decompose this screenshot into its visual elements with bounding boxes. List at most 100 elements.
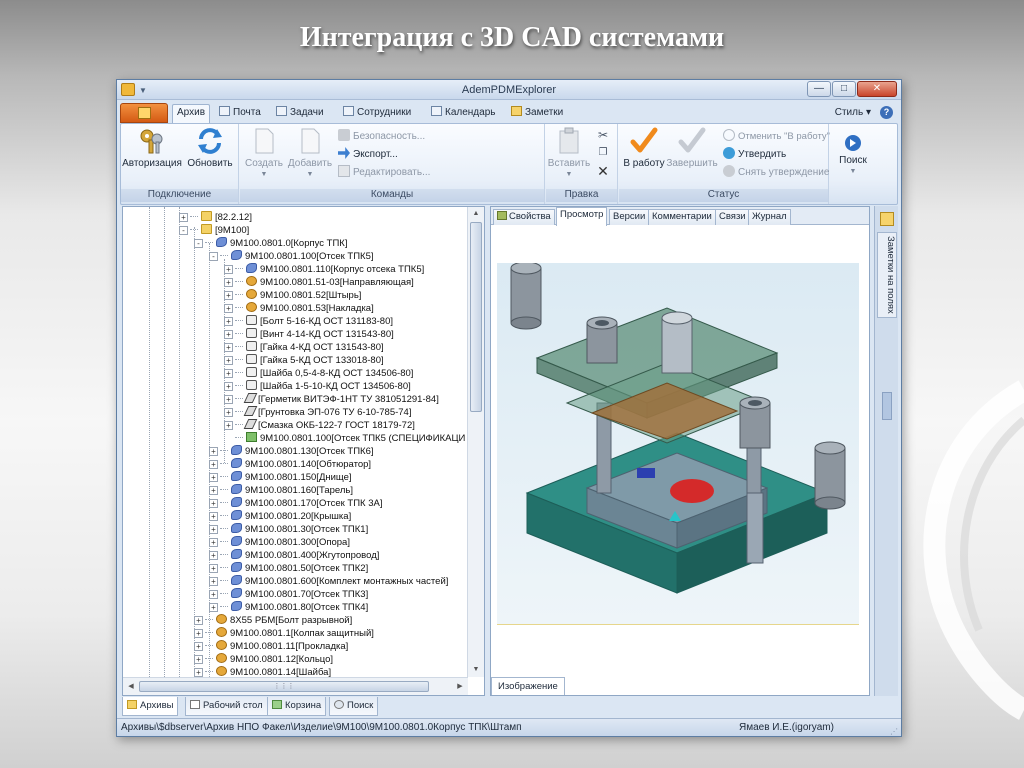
tree-node[interactable]: +9M100.0801.140[Обтюратор]: [209, 458, 371, 471]
tree-node[interactable]: +9M100.0801.170[Отсек ТПК 3А]: [209, 497, 382, 510]
collapse-icon[interactable]: -: [194, 239, 203, 248]
tree-node[interactable]: + [Герметик ВИТЭФ-1НТ ТУ 381051291-84]: [224, 393, 439, 406]
auth-button[interactable]: Авторизация: [121, 127, 183, 185]
expand-icon[interactable]: +: [209, 603, 218, 612]
expand-icon[interactable]: +: [179, 213, 188, 222]
tab-archives[interactable]: Архивы: [122, 697, 179, 716]
tab-comments[interactable]: Комментарии: [648, 209, 716, 225]
security-button[interactable]: Безопасность...: [338, 129, 425, 146]
tab-image[interactable]: Изображение: [491, 677, 565, 695]
tab-calendar[interactable]: Календарь: [427, 105, 499, 123]
expand-icon[interactable]: +: [224, 369, 233, 378]
edit-button[interactable]: Редактировать...: [338, 165, 430, 182]
expand-icon[interactable]: +: [224, 356, 233, 365]
tree-node[interactable]: +9M100.0801.14[Шайба]: [194, 666, 331, 677]
tab-trash[interactable]: Корзина: [267, 697, 327, 716]
tree-node[interactable]: + [Шайба 1-5-10-КД ОСТ 134506-80]: [224, 380, 411, 393]
expand-icon[interactable]: +: [224, 408, 233, 417]
expand-icon[interactable]: +: [209, 538, 218, 547]
export-button[interactable]: Экспорт...: [338, 147, 398, 164]
add-button[interactable]: Добавить ▼: [284, 127, 336, 185]
cad-model-preview[interactable]: [497, 261, 859, 625]
expand-icon[interactable]: +: [224, 317, 233, 326]
expand-icon[interactable]: +: [224, 278, 233, 287]
tree-node[interactable]: +9M100.0801.50[Отсек ТПК2]: [209, 562, 368, 575]
expand-icon[interactable]: +: [194, 668, 203, 677]
tree-node[interactable]: +9M100.0801.130[Отсек ТПК6]: [209, 445, 374, 458]
maximize-button[interactable]: □: [832, 81, 856, 97]
collapse-icon[interactable]: -: [209, 252, 218, 261]
expand-icon[interactable]: +: [224, 395, 233, 404]
copy-icon[interactable]: ❐: [596, 146, 610, 160]
tree-node[interactable]: +9M100.0801.600[Комплект монтажных часте…: [209, 575, 448, 588]
tree-node[interactable]: + [Гайка 4-КД ОСТ 131543-80]: [224, 341, 384, 354]
expand-icon[interactable]: +: [209, 551, 218, 560]
archive-tree[interactable]: + [82.2.12] - [9M100] - 9M100.0801.0[Корпус Т…: [123, 207, 468, 677]
expand-icon[interactable]: +: [209, 447, 218, 456]
tree-node[interactable]: + [Грунтовка ЭП-076 ТУ 6-10-785-74]: [224, 406, 411, 419]
tree-node[interactable]: + [Винт 4-14-КД ОСТ 131543-80]: [224, 328, 394, 341]
tab-journal[interactable]: Журнал: [748, 209, 791, 225]
delete-icon[interactable]: ✕: [596, 164, 610, 178]
tree-node[interactable]: +9M100.0801.110[Корпус отсека ТПК5]: [224, 263, 424, 276]
tree-node[interactable]: +9M100.0801.12[Кольцо]: [194, 653, 333, 666]
help-icon[interactable]: ?: [880, 106, 893, 119]
tree-node[interactable]: + [82.2.12]: [179, 211, 252, 224]
tree-node[interactable]: +9M100.0801.20[Крышка]: [209, 510, 351, 523]
tab-preview[interactable]: Просмотр: [556, 207, 608, 226]
scroll-right-icon[interactable]: ▶: [453, 680, 467, 694]
scroll-left-icon[interactable]: ◀: [124, 680, 138, 694]
scroll-thumb[interactable]: [470, 222, 482, 412]
tree-node[interactable]: 9M100.0801.100[Отсек ТПК5 (СПЕЦИФИКАЦИ: [224, 432, 465, 445]
margin-notes-tab[interactable]: Заметки на полях: [877, 232, 897, 318]
create-button[interactable]: Создать ▼: [240, 127, 288, 185]
expand-icon[interactable]: +: [209, 577, 218, 586]
refresh-button[interactable]: Обновить: [179, 127, 241, 185]
expand-icon[interactable]: +: [224, 291, 233, 300]
search-button[interactable]: Поиск ▼: [830, 134, 876, 192]
expand-icon[interactable]: +: [224, 421, 233, 430]
tab-employees[interactable]: Сотрудники: [339, 105, 415, 123]
tree-node[interactable]: +9M100.0801.1[Колпак защитный]: [194, 627, 374, 640]
tab-versions[interactable]: Версии: [609, 209, 650, 225]
expand-icon[interactable]: +: [209, 512, 218, 521]
paste-button[interactable]: Вставить ▼: [546, 127, 592, 185]
tree-node[interactable]: +9M100.0801.400[Жгутопровод]: [209, 549, 379, 562]
expand-icon[interactable]: +: [224, 304, 233, 313]
approve-button[interactable]: Утвердить: [723, 147, 786, 164]
minimize-button[interactable]: —: [807, 81, 831, 97]
tree-node[interactable]: + [Гайка 5-КД ОСТ 133018-80]: [224, 354, 384, 367]
expand-icon[interactable]: +: [194, 629, 203, 638]
expand-icon[interactable]: +: [209, 525, 218, 534]
scroll-up-icon[interactable]: ▲: [468, 207, 484, 221]
close-button[interactable]: ✕: [857, 81, 897, 97]
side-scroll-thumb[interactable]: [882, 392, 892, 420]
expand-icon[interactable]: +: [224, 343, 233, 352]
tree-node[interactable]: +9M100.0801.70[Отсек ТПК3]: [209, 588, 368, 601]
tree-node[interactable]: + [Шайба 0,5-4-8-КД ОСТ 134506-80]: [224, 367, 413, 380]
expand-icon[interactable]: +: [224, 265, 233, 274]
tree-node[interactable]: + [Смазка ОКБ-122-7 ГОСТ 18179-72]: [224, 419, 415, 432]
expand-icon[interactable]: +: [209, 460, 218, 469]
tree-node[interactable]: +9M100.0801.52[Штырь]: [224, 289, 361, 302]
tab-desktop[interactable]: Рабочий стол: [185, 697, 268, 716]
tree-node[interactable]: +9M100.0801.11[Прокладка]: [194, 640, 348, 653]
expand-icon[interactable]: +: [209, 590, 218, 599]
resize-grip-icon[interactable]: ⋰: [890, 723, 898, 740]
tree-node[interactable]: +9M100.0801.53[Накладка]: [224, 302, 374, 315]
tab-notes[interactable]: Заметки: [507, 105, 567, 123]
scroll-down-icon[interactable]: ▼: [468, 663, 484, 677]
expand-icon[interactable]: +: [194, 655, 203, 664]
tree-node[interactable]: +9M100.0801.30[Отсек ТПК1]: [209, 523, 368, 536]
tree-node[interactable]: +9M100.0801.51-03[Направляющая]: [224, 276, 414, 289]
tree-vertical-scrollbar[interactable]: ▲ ▼: [467, 207, 484, 677]
tree-node[interactable]: +9M100.0801.160[Тарель]: [209, 484, 353, 497]
expand-icon[interactable]: +: [209, 564, 218, 573]
expand-icon[interactable]: +: [224, 330, 233, 339]
style-menu[interactable]: Стиль ▾: [835, 107, 871, 118]
tab-tasks[interactable]: Задачи: [272, 105, 328, 123]
tree-node[interactable]: - 9M100.0801.100[Отсек ТПК5]: [209, 250, 374, 263]
tab-properties[interactable]: Свойства: [493, 209, 555, 225]
tree-node[interactable]: - 9M100.0801.0[Корпус ТПК]: [194, 237, 347, 250]
tree-node[interactable]: +9M100.0801.150[Днище]: [209, 471, 352, 484]
